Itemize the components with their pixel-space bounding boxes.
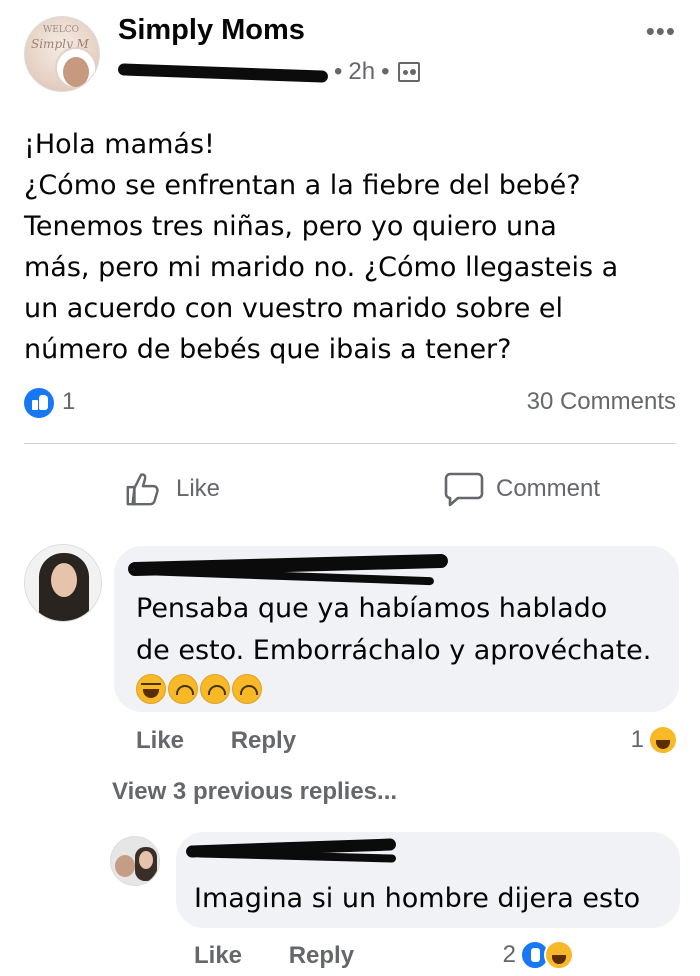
post-line: un acuerdo con vuestro marido sobre el	[24, 293, 564, 324]
thumbs-up-icon	[126, 473, 159, 506]
more-options-icon[interactable]: •••	[646, 16, 676, 47]
reply-text: Imagina si un hombre dijera esto	[194, 883, 641, 914]
group-privacy-icon	[397, 62, 420, 82]
group-name[interactable]: Simply Moms	[118, 14, 305, 47]
avatar-face	[51, 563, 77, 597]
reply-bubble: Imagina si un hombre dijera esto	[176, 832, 680, 928]
post-meta: • 2h •	[118, 58, 420, 86]
upside-down-face-emoji-icon	[168, 674, 198, 704]
comment-reply-link[interactable]: Reply	[231, 727, 296, 754]
upside-down-face-emoji-icon	[232, 674, 262, 704]
comment-reactions[interactable]: 1	[631, 725, 678, 755]
reactions-summary: 1 30 Comments	[24, 386, 676, 418]
avatar-face	[139, 851, 153, 869]
reply-like-link[interactable]: Like	[194, 942, 242, 969]
group-avatar-text: WELCO	[43, 25, 80, 35]
like-reaction-icon[interactable]	[24, 388, 54, 418]
redacted-author-name	[118, 63, 328, 81]
comment-like-link[interactable]: Like	[136, 727, 184, 754]
like-button-label: Like	[176, 475, 221, 502]
avatar-child	[115, 855, 135, 877]
comment-actions: Like Reply	[136, 727, 336, 755]
post-line: número de bebés que ibais a tener?	[24, 334, 512, 365]
post-body: ¡Hola mamás! ¿Cómo se enfrentan a la fie…	[24, 124, 674, 370]
post-line: más, pero mi marido no. ¿Cómo llegasteis…	[24, 252, 619, 283]
rolling-laughing-emoji-icon	[136, 674, 166, 704]
comment-line: Pensaba que ya habíamos hablado	[136, 593, 608, 624]
divider	[24, 443, 676, 444]
comment-icon	[444, 472, 484, 507]
emoji-row	[136, 674, 262, 704]
avatar-face	[63, 57, 89, 87]
post-header: WELCO Simply M Simply Moms • 2h • •••	[24, 12, 676, 96]
haha-reaction-icon	[648, 725, 678, 755]
group-avatar[interactable]: WELCO Simply M	[24, 16, 100, 92]
post-timestamp[interactable]: 2h	[348, 58, 375, 86]
post-action-bar: Like Comment	[24, 464, 676, 514]
meta-separator: •	[334, 58, 343, 85]
reply-reaction-count: 2	[502, 941, 516, 968]
reaction-count[interactable]: 1	[62, 388, 75, 416]
comment-reaction-count: 1	[630, 726, 644, 753]
view-previous-replies-link[interactable]: View 3 previous replies...	[112, 778, 397, 806]
reply-avatar[interactable]	[110, 836, 160, 886]
like-button[interactable]: Like	[124, 464, 220, 514]
haha-reaction-icon	[544, 940, 574, 970]
reply-reply-link[interactable]: Reply	[289, 942, 354, 969]
comment-button[interactable]: Comment	[444, 464, 600, 514]
reply-actions: Like Reply	[194, 942, 394, 970]
post-line: ¡Hola mamás!	[24, 129, 215, 160]
reply-reactions[interactable]: 2	[503, 940, 574, 970]
commenter-avatar[interactable]	[24, 544, 102, 622]
comment-button-label: Comment	[496, 475, 601, 502]
post-line: Tenemos tres niñas, pero yo quiero una	[24, 211, 557, 242]
comment-line: de esto. Emborráchalo y aprovéchate.	[136, 635, 652, 666]
meta-separator-2: •	[381, 58, 390, 85]
comment-bubble: Pensaba que ya habíamos hablado de esto.…	[114, 546, 679, 712]
upside-down-face-emoji-icon	[200, 674, 230, 704]
comments-count[interactable]: 30 Comments	[527, 388, 676, 416]
comment-text: Pensaba que ya habíamos hablado de esto.…	[136, 588, 651, 672]
post-line: ¿Cómo se enfrentan a la fiebre del bebé?	[24, 170, 581, 201]
